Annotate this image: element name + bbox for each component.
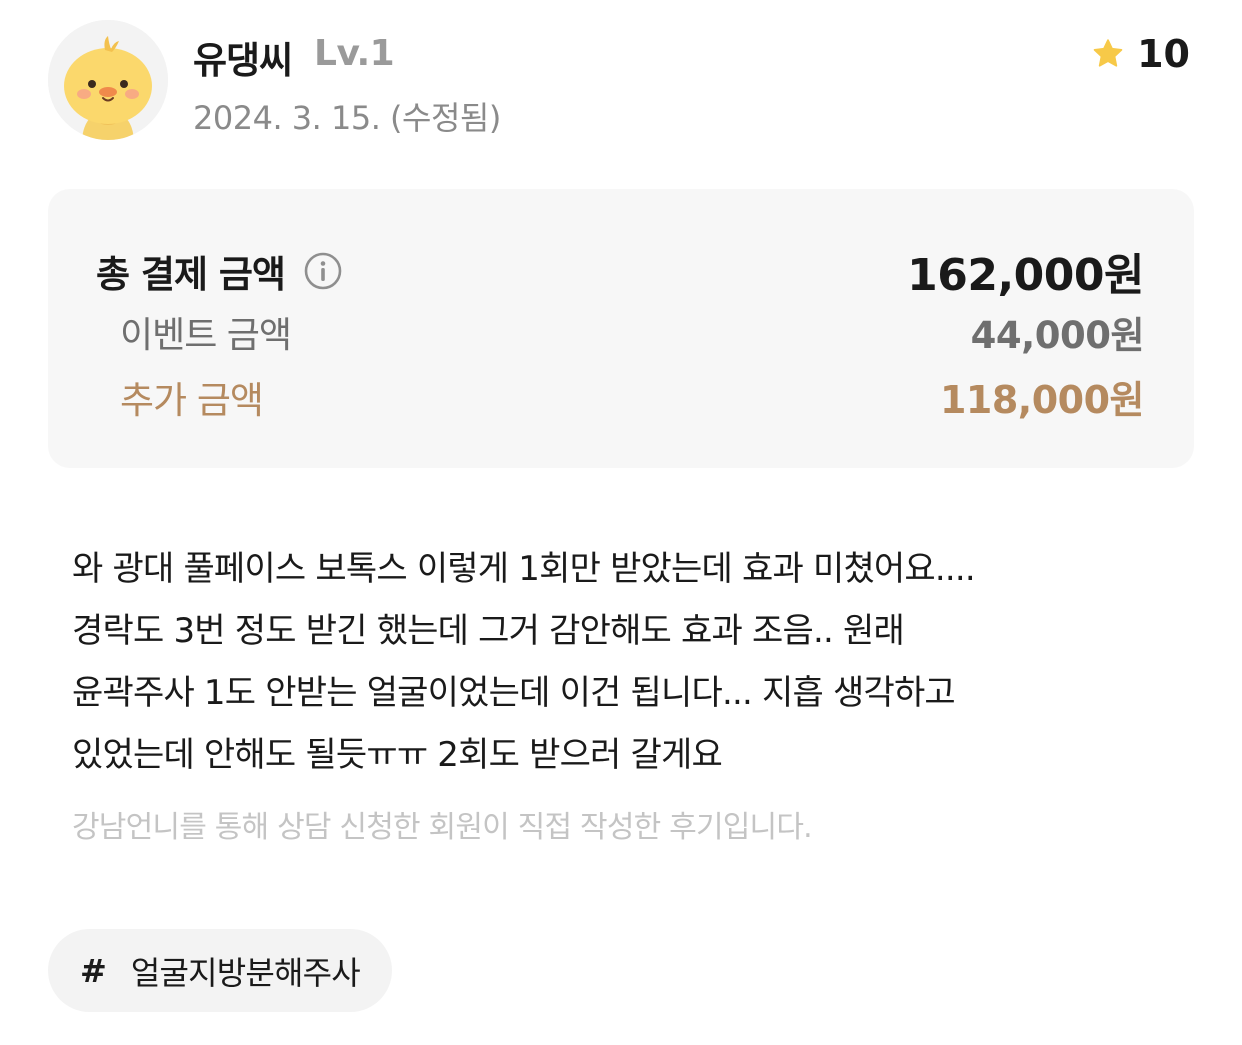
review-rating: 10: [1091, 32, 1190, 76]
hash-icon: #: [80, 951, 107, 990]
total-label-group: 총 결제 금액: [96, 244, 343, 298]
user-avatar[interactable]: [48, 20, 168, 140]
user-nickname[interactable]: 유댕씨: [193, 30, 293, 84]
hashtag-chip[interactable]: # 얼굴지방분해주사: [48, 929, 392, 1012]
price-summary-box: 총 결제 금액 162,000원 이벤트 금액 44,000원 추가 금액 11…: [48, 189, 1194, 468]
review-line: 윤곽주사 1도 안받는 얼굴이었는데 이건 됩니다... 지흡 생각하고: [72, 673, 956, 713]
extra-price-row: 추가 금액 118,000원: [96, 369, 1145, 424]
rating-score: 10: [1137, 32, 1190, 76]
review-date: 2024. 3. 15. (수정됨): [193, 99, 501, 137]
review-disclaimer: 강남언니를 통해 상담 신청한 회원이 직접 작성한 후기입니다.: [72, 810, 813, 845]
extra-price-label: 추가 금액: [120, 378, 264, 422]
event-price-label: 이벤트 금액: [120, 315, 292, 356]
hashtag-label: 얼굴지방분해주사: [130, 953, 361, 992]
review-body: 와 광대 풀페이스 보톡스 이렇게 1회만 받았는데 효과 미쳤어요.... 경…: [72, 538, 1182, 786]
review-line: 경락도 3번 정도 받긴 했는데 그거 감안해도 효과 조음.. 원래: [72, 611, 905, 651]
user-level: Lv.1: [314, 33, 395, 74]
review-line: 있었는데 안해도 될듯ㅠㅠ 2회도 받으러 갈게요: [72, 735, 723, 775]
total-price-value: 162,000원: [907, 250, 1144, 301]
total-price-label: 총 결제 금액: [96, 253, 286, 296]
total-price-row: 총 결제 금액 162,000원: [96, 239, 1144, 303]
star-icon: [1093, 39, 1123, 67]
info-icon[interactable]: [303, 251, 343, 291]
event-price-value: 44,000원: [970, 314, 1145, 357]
review-line: 와 광대 풀페이스 보톡스 이렇게 1회만 받았는데 효과 미쳤어요....: [72, 549, 976, 589]
chick-avatar-icon: [48, 20, 168, 140]
extra-price-value: 118,000원: [939, 378, 1145, 422]
review-card: 유댕씨 Lv.1 2024. 3. 15. (수정됨) 10 총 결제 금액 1…: [0, 0, 1242, 1045]
event-price-row: 이벤트 금액 44,000원: [96, 305, 1145, 359]
